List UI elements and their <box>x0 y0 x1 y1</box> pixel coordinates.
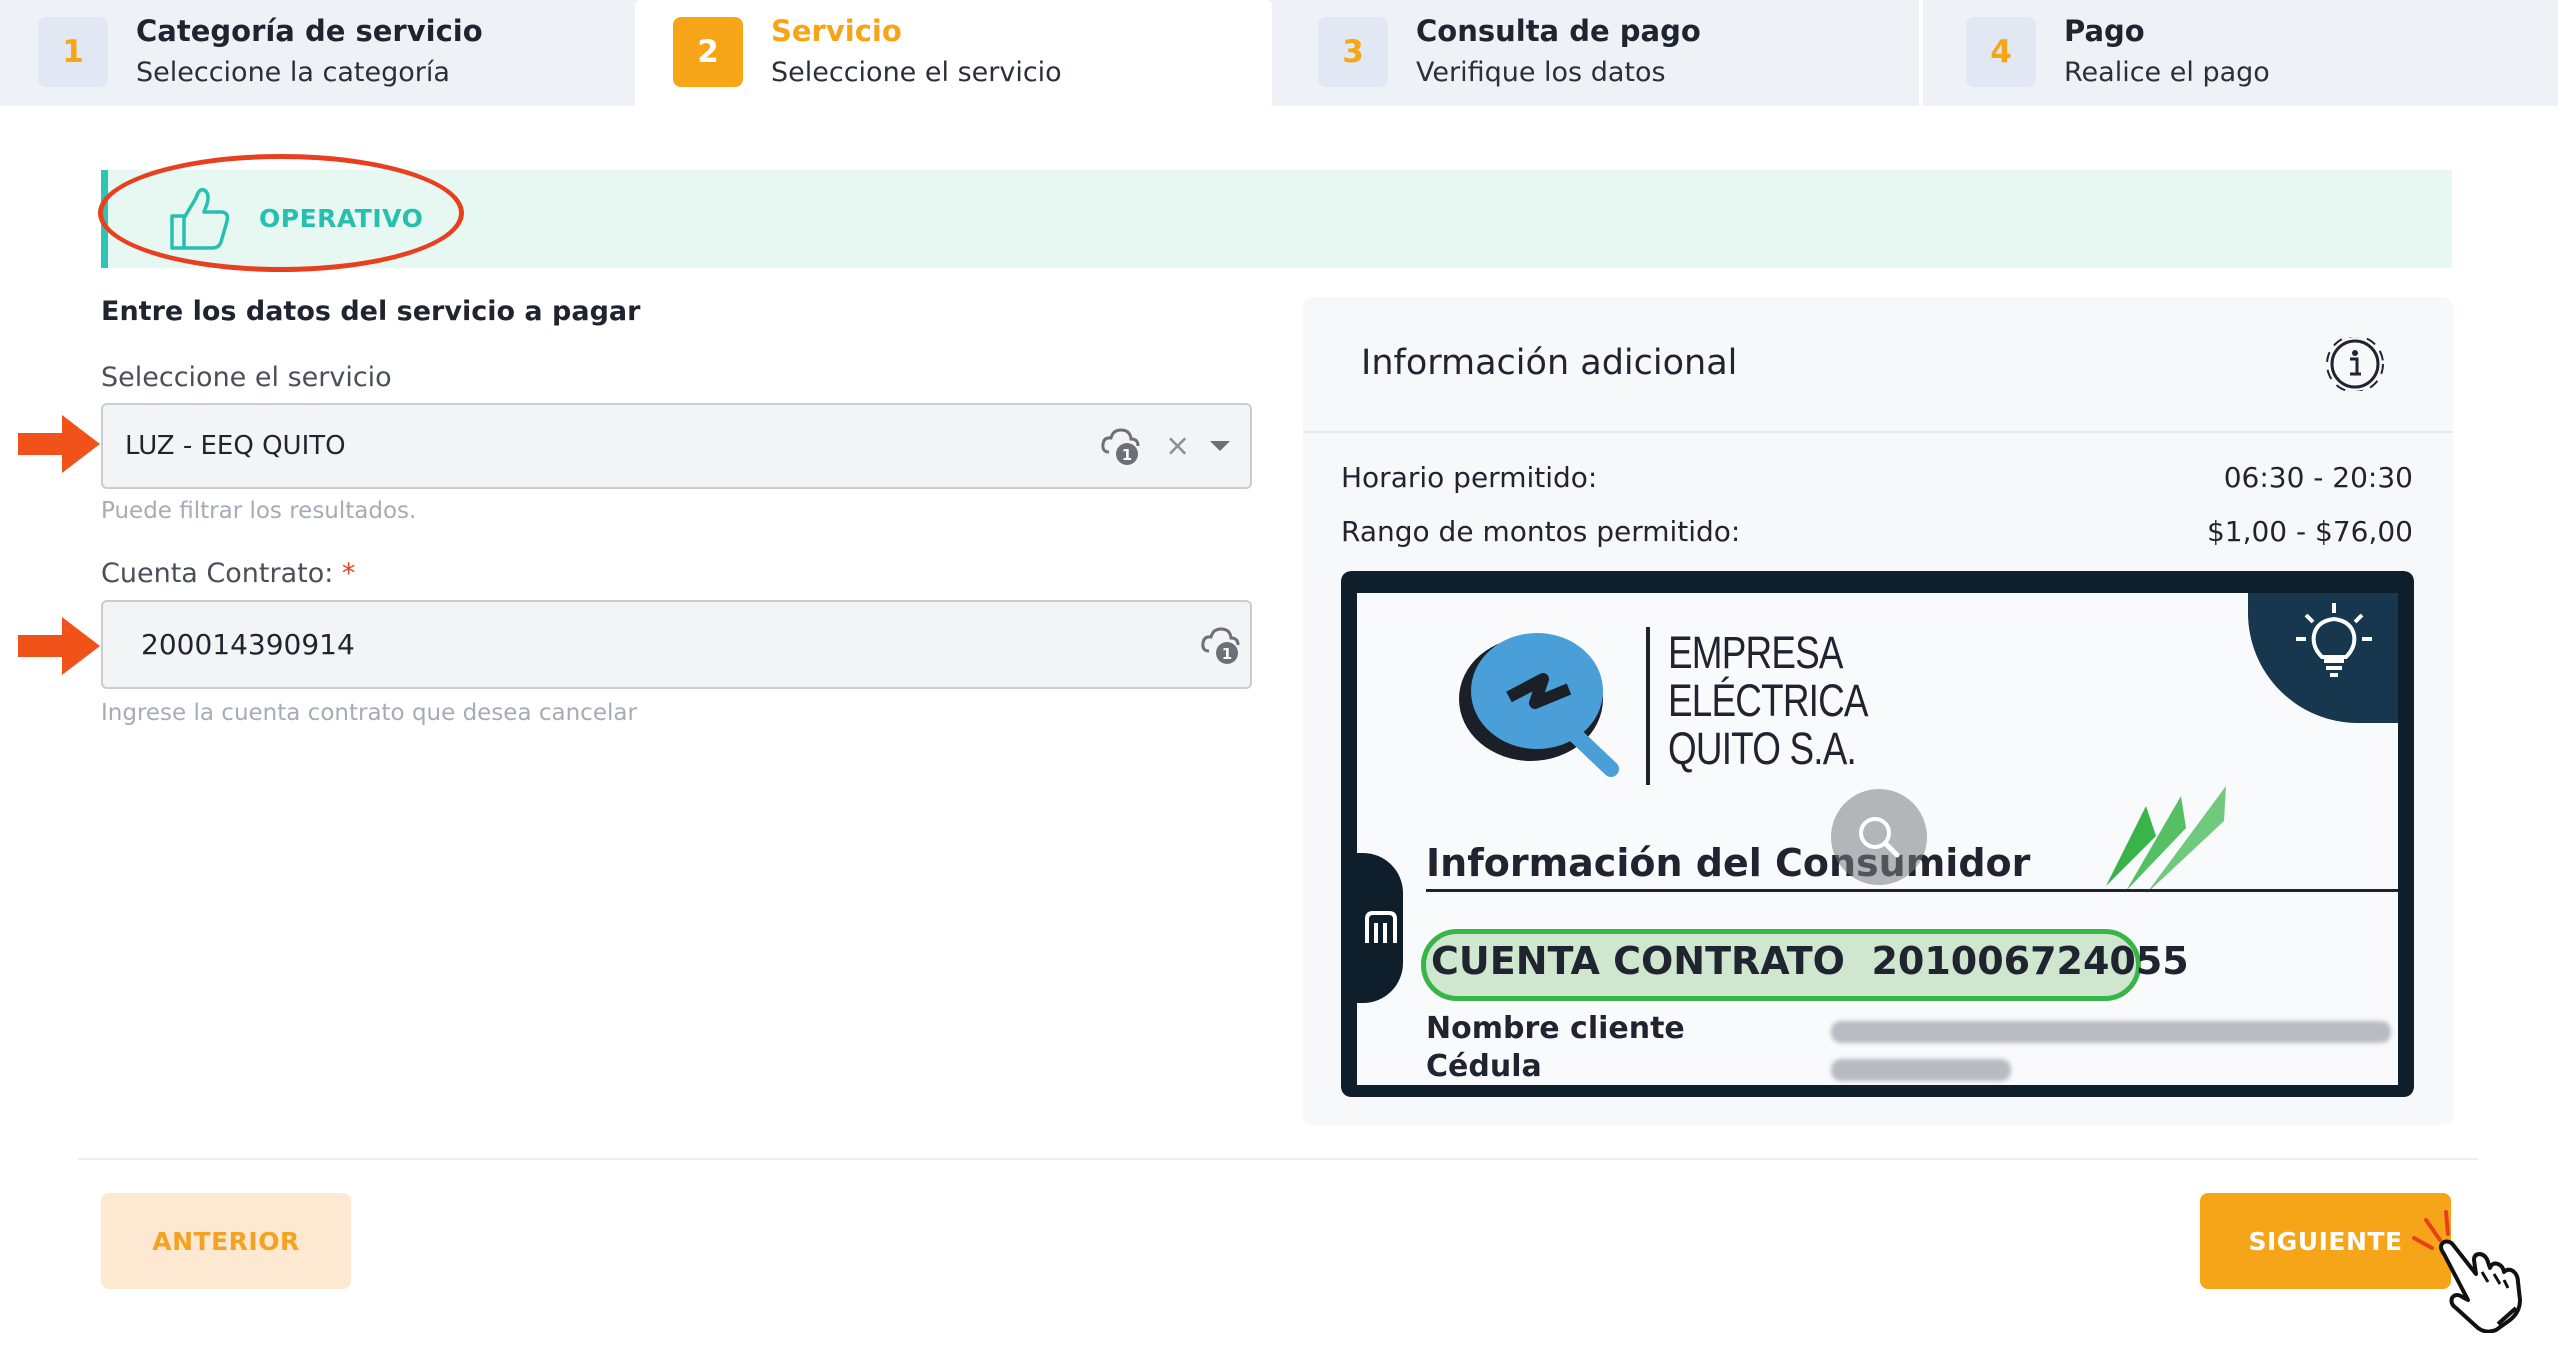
step-payment[interactable]: 4 Pago Realice el pago <box>1928 0 2558 106</box>
step-divider <box>1919 0 1923 106</box>
svg-text:1: 1 <box>1222 645 1232 663</box>
panel-header: Información adicional <box>1303 297 2453 433</box>
annotation-ellipse <box>98 154 464 272</box>
step-subtitle: Seleccione la categoría <box>136 57 450 88</box>
info-icon[interactable] <box>2323 337 2387 391</box>
chevron-down-icon[interactable] <box>1209 439 1231 453</box>
account-label-text: Cuenta Contrato: <box>101 558 334 589</box>
step-subtitle: Realice el pago <box>2064 57 2270 88</box>
account-input[interactable]: 200014390914 1 <box>101 600 1252 689</box>
account-hint: Ingrese la cuenta contrato que desea can… <box>101 700 637 726</box>
info-value: 06:30 - 20:30 <box>2223 461 2413 494</box>
step-title: Consulta de pago <box>1416 14 1701 48</box>
stepper: 1 Categoría de servicio Seleccione la ca… <box>0 0 2558 106</box>
footer-divider <box>78 1158 2478 1160</box>
step-number: 1 <box>38 17 108 87</box>
svg-text:1: 1 <box>1122 446 1132 464</box>
step-category[interactable]: 1 Categoría de servicio Seleccione la ca… <box>0 0 633 106</box>
panel-title: Información adicional <box>1361 343 1738 383</box>
account-label: Cuenta Contrato: * <box>101 558 355 589</box>
step-subtitle: Verifique los datos <box>1416 57 1666 88</box>
previous-button[interactable]: ANTERIOR <box>101 1193 351 1289</box>
step-title: Servicio <box>771 14 902 48</box>
form-heading: Entre los datos del servicio a pagar <box>101 296 641 327</box>
service-hint: Puede filtrar los resultados. <box>101 498 417 524</box>
additional-info-panel: Información adicional Horario permitido:… <box>1303 297 2453 1125</box>
step-number: 2 <box>673 17 743 87</box>
service-label: Seleccione el servicio <box>101 362 392 393</box>
info-key: Horario permitido: <box>1341 461 1598 494</box>
step-title: Categoría de servicio <box>136 14 483 48</box>
required-mark: * <box>341 558 356 589</box>
history-cloud-icon[interactable]: 1 <box>1099 424 1143 468</box>
step-payment-query[interactable]: 3 Consulta de pago Verifique los datos <box>1280 0 1917 106</box>
bill-frame <box>1341 571 2414 1097</box>
pointer-hand-icon <box>2412 1210 2522 1333</box>
history-cloud-icon[interactable]: 1 <box>1199 623 1243 667</box>
info-row: Horario permitido: 06:30 - 20:30 <box>1341 461 2413 501</box>
step-service[interactable]: 2 Servicio Seleccione el servicio <box>635 0 1272 106</box>
bill-example-image[interactable]: EMPRESA ELÉCTRICA QUITO S.A. Información… <box>1341 571 2414 1097</box>
step-title: Pago <box>2064 14 2145 48</box>
annotation-arrow-icon <box>18 415 100 473</box>
step-number: 3 <box>1318 17 1388 87</box>
service-select[interactable]: LUZ - EEQ QUITO 1 × <box>101 403 1252 489</box>
info-value: $1,00 - $76,00 <box>2206 515 2413 548</box>
account-input-value: 200014390914 <box>141 628 355 661</box>
step-subtitle: Seleccione el servicio <box>771 57 1062 88</box>
clear-icon[interactable]: × <box>1165 429 1190 464</box>
service-select-value: LUZ - EEQ QUITO <box>125 431 346 461</box>
step-number: 4 <box>1966 17 2036 87</box>
annotation-arrow-icon <box>18 617 100 675</box>
info-key: Rango de montos permitido: <box>1341 515 1741 548</box>
info-row: Rango de montos permitido: $1,00 - $76,0… <box>1341 515 2413 555</box>
